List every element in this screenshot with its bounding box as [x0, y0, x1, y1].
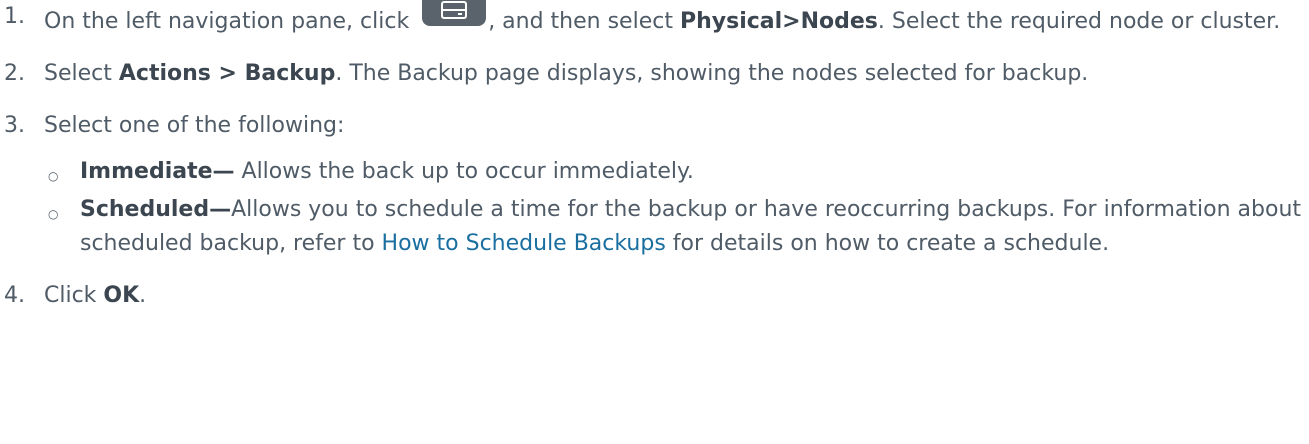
- step-text: , and then select: [488, 9, 680, 34]
- menu-path: Actions > Backup: [118, 61, 336, 86]
- bullet-icon: ○: [48, 169, 59, 183]
- step-text: Click: [44, 283, 104, 308]
- step-text: . Select the required node or cluster.: [877, 9, 1281, 34]
- step-text: Select one of the following:: [44, 113, 345, 138]
- step-3: 3. Select one of the following: ○ Immedi…: [0, 109, 1309, 261]
- step-4: 4. Click OK.: [0, 279, 1309, 313]
- option-text: Allows the back up to occur immediately.: [234, 159, 694, 184]
- menu-path: Physical>Nodes: [679, 9, 878, 34]
- server-icon[interactable]: [422, 0, 487, 30]
- step-number: 1.: [4, 4, 25, 29]
- step-number: 4.: [4, 283, 25, 308]
- step-text: . The Backup page displays, showing the …: [335, 61, 1089, 86]
- step-text: Select: [44, 61, 119, 86]
- option-immediate: ○ Immediate— Allows the back up to occur…: [44, 155, 1309, 189]
- bullet-icon: ○: [48, 207, 59, 221]
- step-text: On the left navigation pane, click: [44, 9, 417, 34]
- option-scheduled: ○ Scheduled—Allows you to schedule a tim…: [44, 193, 1309, 261]
- procedure-steps: 1. On the left navigation pane, click , …: [0, 0, 1309, 313]
- button-name: OK: [103, 283, 140, 308]
- step-number: 2.: [4, 61, 25, 86]
- options-list: ○ Immediate— Allows the back up to occur…: [44, 155, 1309, 261]
- schedule-backups-link[interactable]: How to Schedule Backups: [382, 231, 666, 256]
- step-1: 1. On the left navigation pane, click , …: [0, 0, 1309, 39]
- option-title: Scheduled—: [80, 197, 232, 222]
- option-text: for details on how to create a schedule.: [665, 231, 1110, 256]
- option-title: Immediate—: [80, 159, 235, 184]
- step-text: .: [139, 283, 147, 308]
- step-2: 2. Select Actions > Backup. The Backup p…: [0, 57, 1309, 91]
- step-number: 3.: [4, 113, 25, 138]
